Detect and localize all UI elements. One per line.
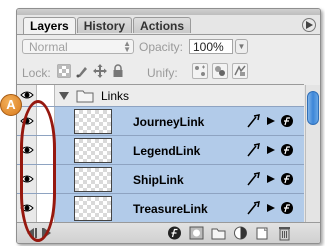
opacity-field[interactable]: 100% (189, 39, 233, 54)
disclosure-triangle-icon[interactable] (59, 92, 69, 100)
lock-paint-brush-icon[interactable] (75, 64, 89, 78)
unify-label: Unify: (147, 66, 178, 80)
stepper-arrows-icon: ▲ ▼ (123, 39, 131, 54)
layers-palette: Layers History Actions Normal ▲ ▼ Opacity… (16, 8, 321, 244)
lock-move-icon[interactable] (93, 64, 107, 78)
palette-bottom-bar (17, 222, 320, 243)
tab-actions[interactable]: Actions (133, 17, 192, 33)
layers-list: Links JourneyLink LegendLink ShipLink Tr… (17, 84, 304, 223)
visibility-column-highlight (20, 100, 56, 242)
layer-options-bar: Normal ▲ ▼ Opacity: 100% ▼ Lock: Unify: (17, 34, 320, 85)
layer-name[interactable]: TreasureLink (133, 202, 208, 216)
opacity-dropdown-button[interactable]: ▼ (235, 39, 248, 54)
opacity-label: Opacity: (139, 40, 184, 54)
unify-style-icon[interactable] (232, 63, 248, 79)
effects-indicator-icon[interactable] (246, 200, 298, 216)
effects-indicator-icon[interactable] (246, 171, 298, 187)
layer-row[interactable]: LegendLink (17, 136, 304, 165)
lock-transparent-icon[interactable] (57, 64, 71, 78)
vertical-scrollbar[interactable] (305, 85, 320, 222)
group-name: Links (101, 89, 130, 103)
scrollbar-thumb[interactable] (307, 91, 319, 125)
play-arrow-icon (306, 21, 313, 29)
layer-name[interactable]: ShipLink (133, 173, 184, 187)
trash-icon[interactable] (276, 225, 293, 241)
tab-layers[interactable]: Layers (23, 17, 76, 35)
new-set-folder-icon[interactable] (210, 225, 227, 241)
lock-all-icon[interactable] (111, 64, 125, 78)
palette-titlebar[interactable] (17, 9, 320, 15)
layer-row[interactable]: TreasureLink (17, 194, 304, 223)
blend-mode-value: Normal (29, 40, 68, 54)
group-content: Links (55, 85, 304, 106)
effects-indicator-icon[interactable] (246, 113, 298, 129)
callout-marker: A (0, 94, 22, 116)
unify-position-icon[interactable] (192, 63, 208, 79)
unify-visibility-icon[interactable] (212, 63, 228, 79)
layer-row[interactable]: ShipLink (17, 165, 304, 194)
palette-tabs: Layers History Actions (23, 17, 192, 35)
palette-menu-button[interactable] (302, 18, 316, 32)
add-mask-icon[interactable] (188, 225, 205, 241)
blend-mode-select[interactable]: Normal ▲ ▼ (22, 39, 134, 54)
layer-name[interactable]: JourneyLink (133, 115, 204, 129)
lock-label: Lock: (22, 66, 51, 80)
folder-icon (76, 90, 94, 103)
layer-style-icon[interactable] (166, 225, 183, 241)
new-fill-adjustment-icon[interactable] (232, 225, 249, 241)
effects-indicator-icon[interactable] (246, 142, 298, 158)
layer-thumbnail[interactable] (74, 138, 112, 163)
tab-history[interactable]: History (76, 17, 133, 33)
new-layer-icon[interactable] (254, 225, 271, 241)
layer-name[interactable]: LegendLink (133, 144, 200, 158)
layer-thumbnail[interactable] (74, 196, 112, 221)
layer-group-row[interactable]: Links (17, 85, 304, 107)
layer-row[interactable]: JourneyLink (17, 107, 304, 136)
layer-thumbnail[interactable] (74, 109, 112, 134)
eye-icon (20, 91, 34, 99)
layer-thumbnail[interactable] (74, 167, 112, 192)
